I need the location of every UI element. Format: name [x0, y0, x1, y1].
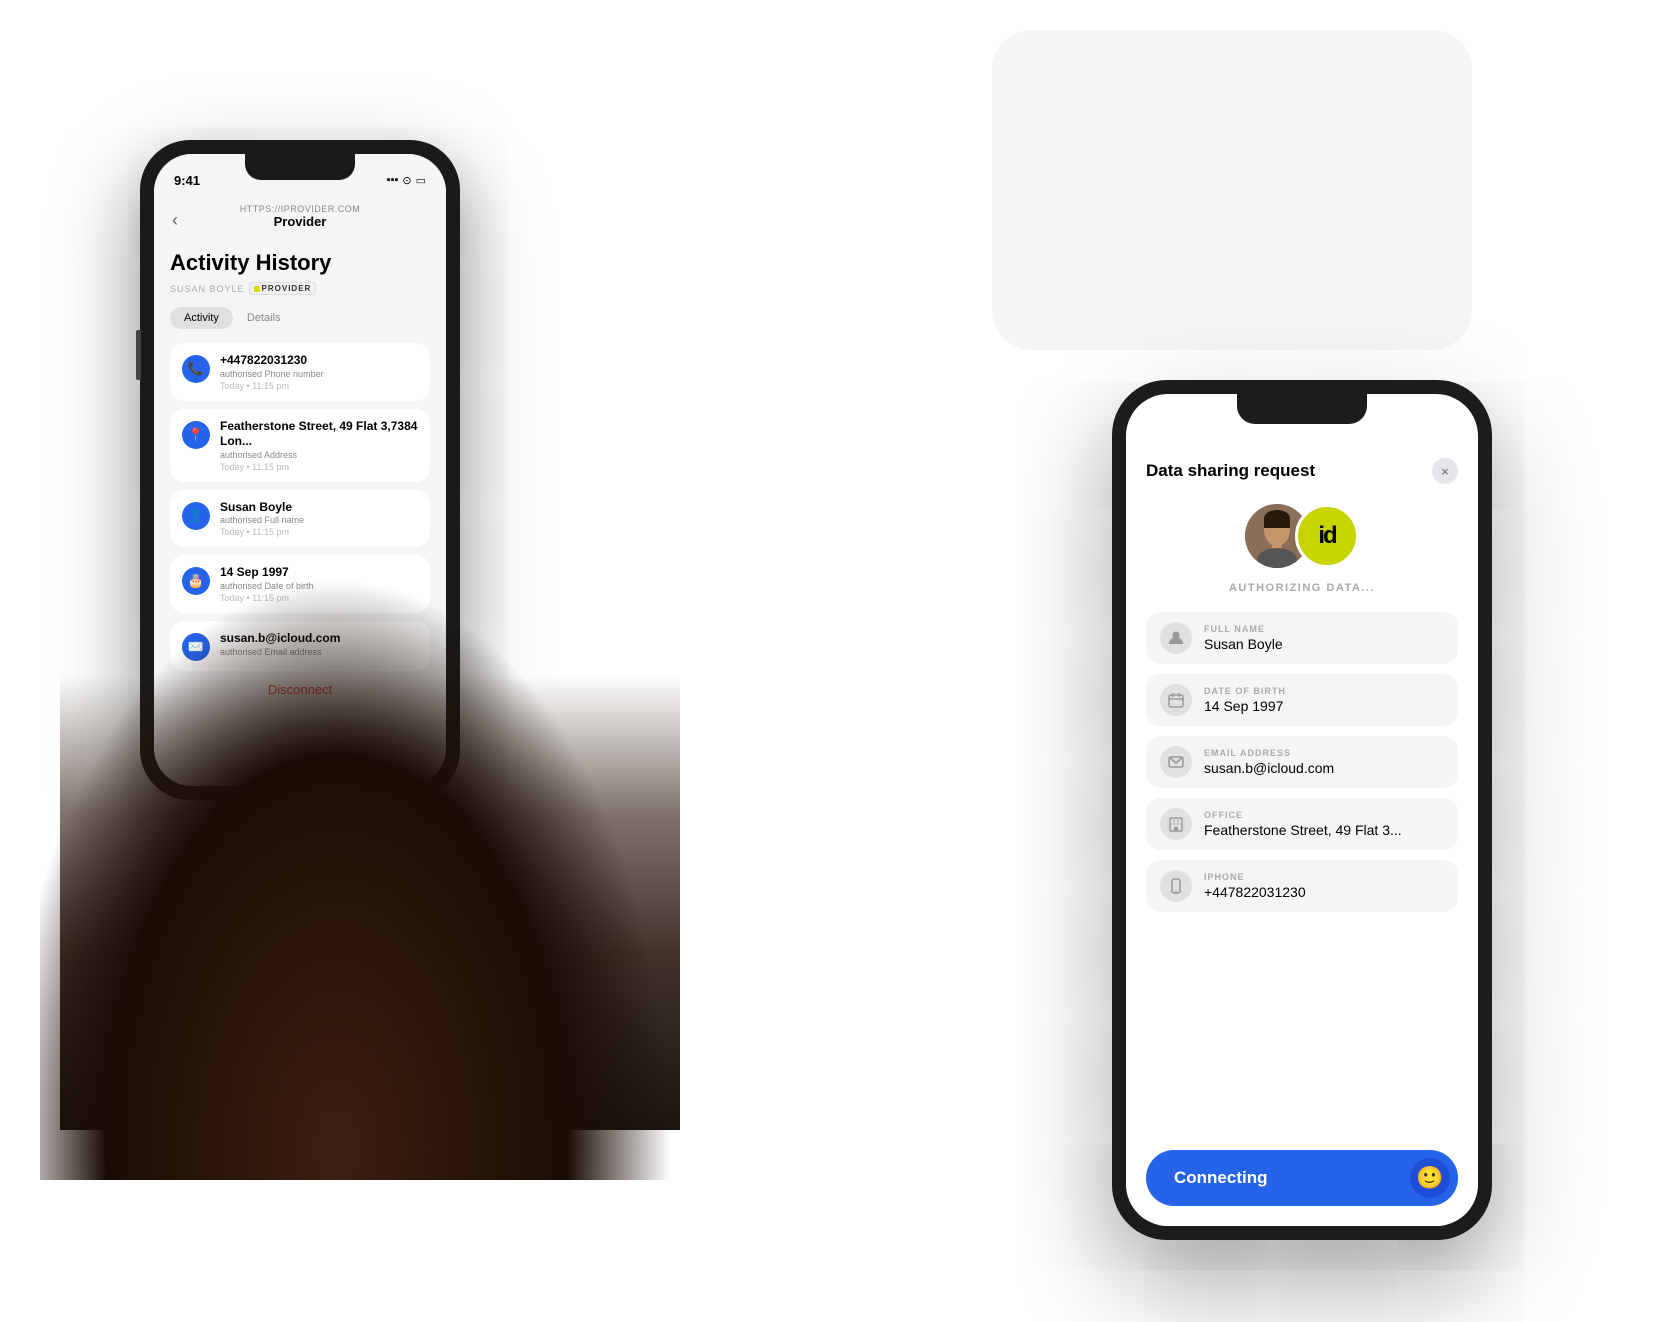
field-email-content: EMAIL ADDRESS susan.b@icloud.com [1204, 748, 1444, 776]
calendar-svg-icon [1168, 692, 1184, 708]
field-dob: DATE OF BIRTH 14 Sep 1997 [1146, 674, 1458, 726]
modal-title: Data sharing request [1146, 461, 1315, 481]
activity-title: Activity History [170, 250, 430, 276]
hand-body [40, 530, 700, 1180]
dob-value: 14 Sep 1997 [1204, 698, 1444, 714]
modal-header: Data sharing request × [1146, 458, 1458, 484]
battery-icon: ▭ [416, 174, 426, 187]
provider-name: Provider [274, 214, 327, 229]
activity-item-0: 📞 +447822031230 authorised Phone number … [170, 343, 430, 401]
status-icons: ▪▪▪ ⊙ ▭ [387, 174, 426, 187]
field-email-icon [1160, 746, 1192, 778]
field-calendar-icon [1160, 684, 1192, 716]
url-text: HTTPS://IPROVIDER.COM [240, 204, 361, 214]
tab-buttons: Activity Details [170, 307, 430, 329]
person-svg-icon [1168, 630, 1184, 646]
activity-subtitle: SUSAN BOYLE PROVIDER [170, 282, 430, 295]
field-phone: IPHONE +447822031230 [1146, 860, 1458, 912]
signal-icon: ▪▪▪ [387, 174, 399, 186]
right-phone-notch [1237, 394, 1367, 424]
phone-icon: 📞 [182, 355, 210, 383]
modal-close-button[interactable]: × [1432, 458, 1458, 484]
provider-badge-label: PROVIDER [262, 284, 312, 293]
field-building-icon [1160, 808, 1192, 840]
data-sharing-modal: Data sharing request × [1126, 438, 1478, 1226]
office-value: Featherstone Street, 49 Flat 3... [1204, 822, 1444, 838]
field-phone-icon [1160, 870, 1192, 902]
full-name-value: Susan Boyle [1204, 636, 1444, 652]
tab-activity[interactable]: Activity [170, 307, 233, 329]
activity-time-0: Today • 11:15 pm [220, 381, 418, 391]
field-email: EMAIL ADDRESS susan.b@icloud.com [1146, 736, 1458, 788]
full-name-label: FULL NAME [1204, 624, 1444, 634]
tab-details[interactable]: Details [233, 307, 295, 329]
email-svg-icon [1168, 754, 1184, 770]
right-phone-screen: Data sharing request × [1126, 394, 1478, 1226]
office-label: OFFICE [1204, 810, 1444, 820]
connecting-button[interactable]: Connecting 🙂 [1146, 1150, 1458, 1206]
status-time: 9:41 [174, 173, 200, 188]
field-full-name: FULL NAME Susan Boyle [1146, 612, 1458, 664]
building-svg-icon [1168, 816, 1184, 832]
wifi-icon: ⊙ [402, 174, 411, 187]
authorizing-text: AUTHORIZING DATA... [1146, 582, 1458, 594]
field-office-content: OFFICE Featherstone Street, 49 Flat 3... [1204, 810, 1444, 838]
url-bar: HTTPS://IPROVIDER.COM Provider [154, 204, 446, 229]
activity-label-0: authorised Phone number [220, 369, 418, 379]
field-office: OFFICE Featherstone Street, 49 Flat 3... [1146, 798, 1458, 850]
connecting-spinner: 🙂 [1410, 1158, 1450, 1198]
phone-value: +447822031230 [1204, 884, 1444, 900]
phone-side-button [136, 330, 141, 380]
phone-svg-icon [1168, 878, 1184, 894]
email-label: EMAIL ADDRESS [1204, 748, 1444, 758]
avatar-section: id [1146, 504, 1458, 568]
activity-value-0: +447822031230 [220, 353, 418, 369]
field-phone-content: IPHONE +447822031230 [1204, 872, 1444, 900]
id-badge: id [1295, 504, 1359, 568]
phone-notch [245, 154, 355, 180]
dob-label: DATE OF BIRTH [1204, 686, 1444, 696]
field-full-name-content: FULL NAME Susan Boyle [1204, 624, 1444, 652]
spinner-icon: 🙂 [1416, 1165, 1443, 1191]
right-phone-frame: Data sharing request × [1112, 380, 1492, 1240]
provider-badge: PROVIDER [249, 282, 317, 295]
subtitle-name: SUSAN BOYLE [170, 284, 245, 294]
field-person-icon [1160, 622, 1192, 654]
field-dob-content: DATE OF BIRTH 14 Sep 1997 [1204, 686, 1444, 714]
back-button[interactable]: ‹ [172, 210, 178, 231]
email-value: susan.b@icloud.com [1204, 760, 1444, 776]
provider-badge-dot [254, 286, 260, 292]
activity-text-0: +447822031230 authorised Phone number To… [220, 353, 418, 391]
connecting-label: Connecting [1174, 1168, 1268, 1188]
phone-label: IPHONE [1204, 872, 1444, 882]
